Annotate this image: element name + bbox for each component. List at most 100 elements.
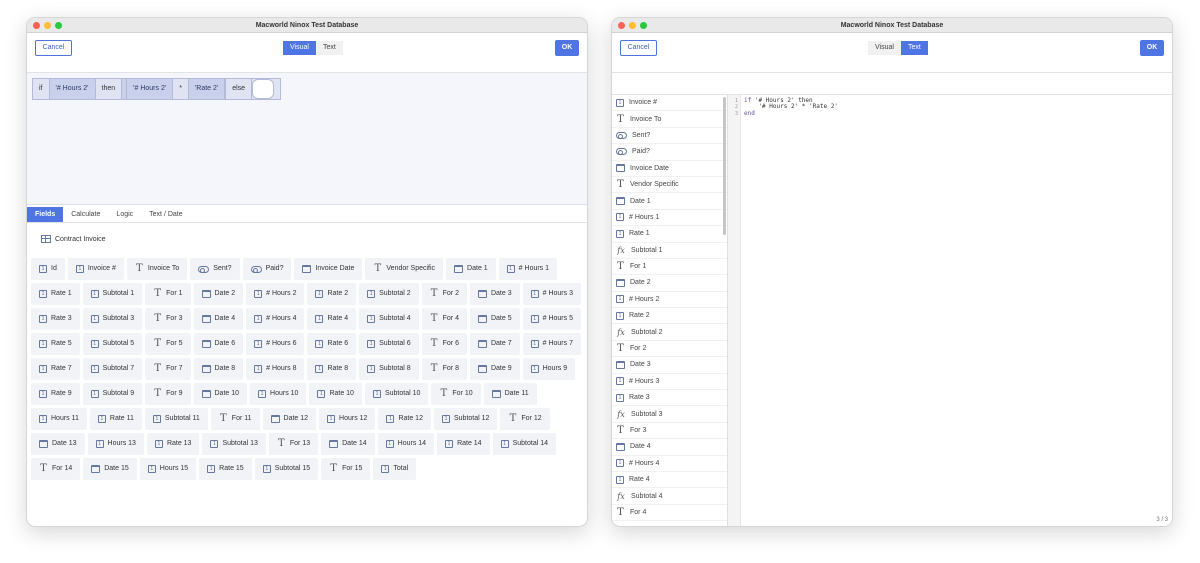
field-chip-rate-10[interactable]: 1 Rate 10	[309, 383, 362, 405]
field-chip-hours-9[interactable]: 1 Hours 9	[522, 358, 576, 380]
field-list-item-paid[interactable]: Paid?	[612, 144, 727, 161]
visual-mode-tab[interactable]: Visual	[868, 41, 901, 55]
minimize-window-button[interactable]	[629, 22, 636, 29]
field-chip-rate-4[interactable]: 1 Rate 4	[307, 308, 357, 330]
field-list-item-subtotal-3[interactable]: fx Subtotal 3	[612, 406, 727, 423]
field-chip-date-3[interactable]: Date 3	[469, 283, 520, 305]
field-chip-rate-7[interactable]: 1 Rate 7	[31, 358, 80, 380]
field-chip-date-1[interactable]: Date 1	[446, 258, 496, 280]
field-list-item-rate-4[interactable]: 1 Rate 4	[612, 472, 727, 489]
field-chip-total[interactable]: 1 Total	[373, 458, 417, 480]
field-list-item-for-1[interactable]: T For 1	[612, 259, 727, 276]
field-chip-rate-12[interactable]: 1 Rate 12	[378, 408, 431, 430]
field-chip-hours-15[interactable]: 1 Hours 15	[139, 458, 197, 480]
field-chip-date-4[interactable]: Date 4	[193, 308, 244, 330]
field-list-item-date-2[interactable]: Date 2	[612, 275, 727, 292]
field-chip-num-hours-4[interactable]: 1 # Hours 4	[246, 308, 305, 330]
field-list-item-invoice-to[interactable]: T Invoice To	[612, 111, 727, 128]
field-list-item-num-hours-2[interactable]: 1 # Hours 2	[612, 292, 727, 309]
minimize-window-button[interactable]	[44, 22, 51, 29]
field-list-item-num-hours-4[interactable]: 1 # Hours 4	[612, 456, 727, 472]
field-chip-for-3[interactable]: T For 3	[145, 308, 191, 330]
text-mode-tab[interactable]: Text	[900, 41, 928, 55]
field-chip-date-15[interactable]: Date 15	[83, 458, 137, 480]
field-list-item-date-3[interactable]: Date 3	[612, 357, 727, 374]
field-chip-for-9[interactable]: T For 9	[145, 383, 191, 405]
field-list-item-date-1[interactable]: Date 1	[612, 193, 727, 210]
visual-formula-editor[interactable]: if '# Hours 2' then '# Hours 2' * 'Rate 2'…	[27, 73, 587, 205]
close-window-button[interactable]	[33, 22, 40, 29]
field-chip-rate-11[interactable]: 1 Rate 11	[89, 408, 142, 430]
field-chip-num-hours-5[interactable]: 1 # Hours 5	[522, 308, 581, 330]
field-chip-rate-15[interactable]: 1 Rate 15	[199, 458, 252, 480]
field-chip-date-6[interactable]: Date 6	[193, 333, 244, 355]
field-chip-for-13[interactable]: T For 13	[268, 433, 319, 455]
field-chip-for-5[interactable]: T For 5	[145, 333, 191, 355]
cancel-button[interactable]: Cancel	[35, 40, 72, 56]
field-chip-for-6[interactable]: T For 6	[421, 333, 467, 355]
ok-button[interactable]: OK	[1140, 40, 1164, 56]
field-chip-subtotal-11[interactable]: 1 Subtotal 11	[144, 408, 208, 430]
zoom-window-button[interactable]	[640, 22, 647, 29]
field-chip-for-7[interactable]: T For 7	[145, 358, 191, 380]
code-editor[interactable]: 123 if '# Hours 2' then '# Hours 2' * 'R…	[728, 95, 1172, 526]
field-chip-for-8[interactable]: T For 8	[421, 358, 467, 380]
field-chip-invoice-num[interactable]: 1 Invoice #	[67, 258, 124, 280]
field-chip-num-hours-2[interactable]: 1 # Hours 2	[246, 283, 305, 305]
field-chip-subtotal-5[interactable]: 1 Subtotal 5	[82, 333, 143, 355]
field-list-item-num-hours-1[interactable]: 1 # Hours 1	[612, 210, 727, 227]
field-chip-date-10[interactable]: Date 10	[193, 383, 248, 405]
field-chip-num-hours-8[interactable]: 1 # Hours 8	[246, 358, 305, 380]
field-chip-rate-8[interactable]: 1 Rate 8	[307, 358, 357, 380]
field-chip-rate-3[interactable]: 1 Rate 3	[31, 308, 80, 330]
field-list-item-vendor-specific[interactable]: T Vendor Specific	[612, 177, 727, 194]
multiply-left-field[interactable]: '# Hours 2'	[126, 79, 174, 99]
field-chip-invoice-date[interactable]: Invoice Date	[294, 258, 363, 280]
field-chip-rate-13[interactable]: 1 Rate 13	[146, 433, 200, 455]
field-chip-subtotal-14[interactable]: 1 Subtotal 14	[492, 433, 557, 455]
field-chip-subtotal-7[interactable]: 1 Subtotal 7	[82, 358, 143, 380]
field-chip-date-7[interactable]: Date 7	[469, 333, 520, 355]
field-chip-for-2[interactable]: T For 2	[421, 283, 467, 305]
text-mode-tab[interactable]: Text	[315, 41, 343, 55]
field-list-scrollbar[interactable]	[723, 97, 726, 235]
condition-field-block[interactable]: '# Hours 2'	[49, 79, 96, 99]
field-chip-date-11[interactable]: Date 11	[483, 383, 537, 405]
field-chip-for-11[interactable]: T For 11	[210, 408, 260, 430]
field-chip-num-hours-1[interactable]: 1 # Hours 1	[498, 258, 558, 280]
field-chip-for-1[interactable]: T For 1	[145, 283, 191, 305]
field-chip-subtotal-4[interactable]: 1 Subtotal 4	[359, 308, 419, 330]
field-list-item-subtotal-1[interactable]: fx Subtotal 1	[612, 243, 727, 259]
field-chip-vendor-specific[interactable]: T Vendor Specific	[365, 258, 444, 280]
field-list-item-invoice-num[interactable]: 1 Invoice #	[612, 95, 727, 112]
field-chip-subtotal-1[interactable]: 1 Subtotal 1	[82, 283, 143, 305]
field-chip-invoice-to[interactable]: T Invoice To	[126, 258, 188, 280]
field-chip-num-hours-7[interactable]: 1 # Hours 7	[522, 333, 581, 355]
field-chip-num-hours-6[interactable]: 1 # Hours 6	[246, 333, 305, 355]
field-chip-rate-2[interactable]: 1 Rate 2	[307, 283, 357, 305]
field-list-item-for-2[interactable]: T For 2	[612, 341, 727, 358]
field-list-item-rate-1[interactable]: 1 Rate 1	[612, 226, 727, 243]
field-chip-hours-11[interactable]: 1 Hours 11	[31, 408, 87, 430]
field-chip-hours-14[interactable]: 1 Hours 14	[377, 433, 435, 455]
field-chip-subtotal-9[interactable]: 1 Subtotal 9	[82, 383, 143, 405]
else-empty-slot[interactable]	[252, 79, 275, 99]
zoom-window-button[interactable]	[55, 22, 62, 29]
field-chip-date-14[interactable]: Date 14	[321, 433, 375, 455]
field-chip-sent[interactable]: Sent?	[190, 258, 240, 280]
field-chip-hours-12[interactable]: 1 Hours 12	[319, 408, 376, 430]
field-list-item-invoice-date[interactable]: Invoice Date	[612, 161, 727, 177]
field-chip-date-8[interactable]: Date 8	[193, 358, 244, 380]
field-chip-date-2[interactable]: Date 2	[193, 283, 244, 305]
field-chip-for-14[interactable]: T For 14	[31, 458, 81, 480]
tab-text-date[interactable]: Text / Date	[141, 207, 190, 222]
field-chip-id[interactable]: 1 Id	[31, 258, 65, 280]
field-chip-rate-1[interactable]: 1 Rate 1	[31, 283, 80, 305]
field-list-item-subtotal-2[interactable]: fx Subtotal 2	[612, 324, 727, 341]
visual-mode-tab[interactable]: Visual	[283, 41, 316, 55]
field-chip-subtotal-6[interactable]: 1 Subtotal 6	[359, 333, 419, 355]
field-chip-for-12[interactable]: T For 12	[500, 408, 550, 430]
ok-button[interactable]: OK	[555, 40, 579, 56]
field-chip-rate-14[interactable]: 1 Rate 14	[437, 433, 490, 455]
field-list[interactable]: 1 Invoice # T Invoice To Sent? Paid? Invoice D…	[612, 95, 728, 526]
